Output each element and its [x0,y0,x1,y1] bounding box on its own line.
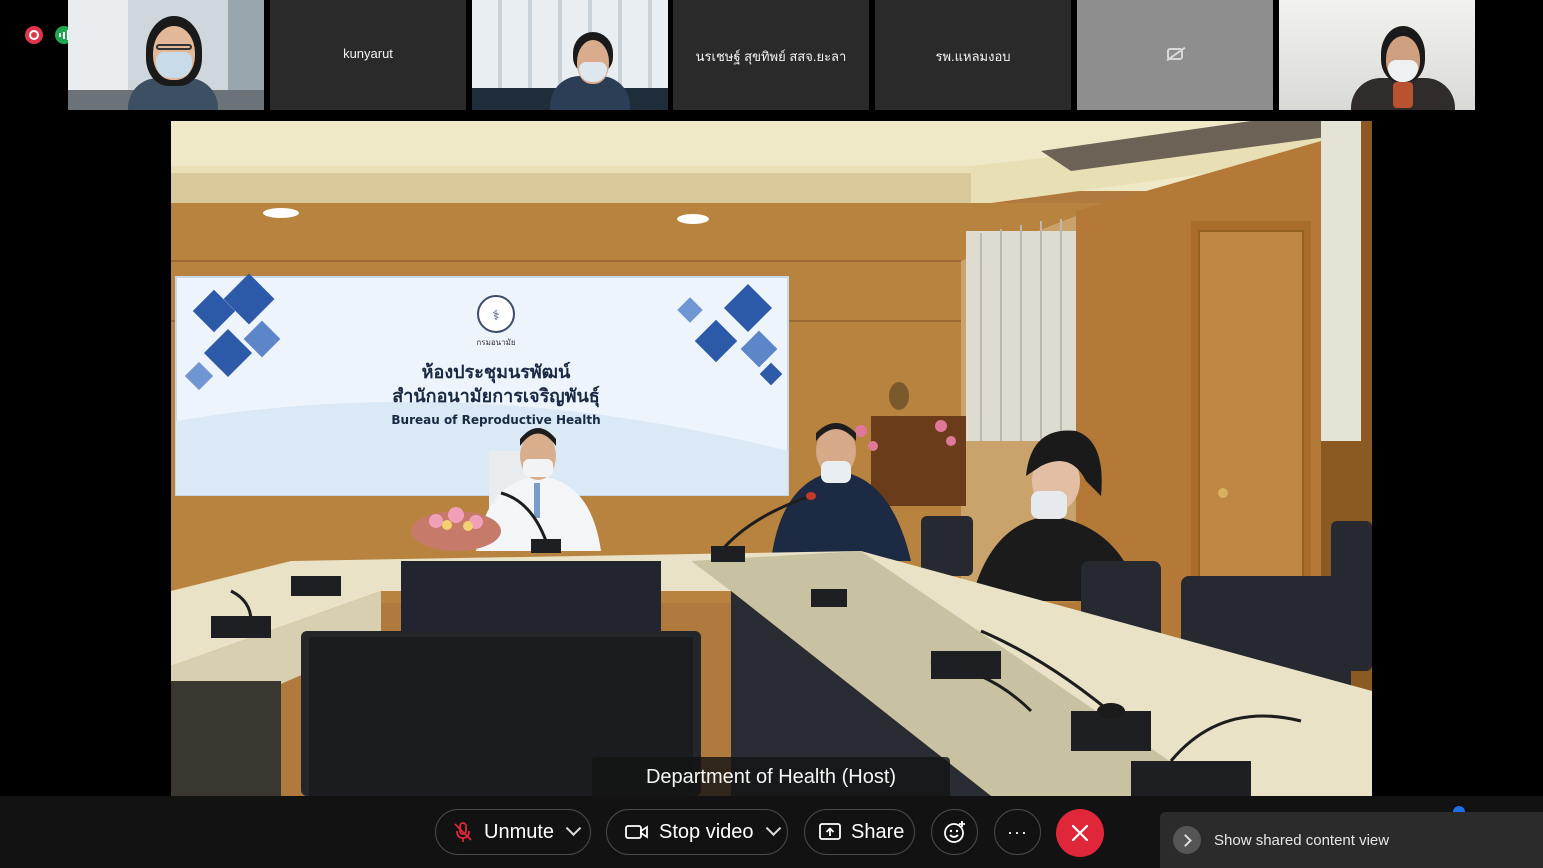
meeting-room-scene: ⚕ กรมอนามัย ห้องประชุมนรพัฒน์ สำนักอนามั… [171,121,1372,796]
participant-strip: kunyarut นรเชษฐ์ สุขทิพย์ สสจ.ยะลา รพ.แห… [0,0,1543,112]
participant-tile-6[interactable] [1077,0,1273,110]
banner-line-1: ห้องประชุมนรพัฒน์ [422,361,571,384]
share-screen-icon [819,823,841,841]
share-button[interactable]: Share [804,809,915,855]
close-icon [1071,824,1089,842]
leave-meeting-button[interactable] [1056,809,1104,857]
svg-text:⚕: ⚕ [492,308,500,324]
participant-tile-4[interactable]: นรเชษฐ์ สุขทิพย์ สสจ.ยะลา [673,0,869,110]
banner-logo-caption: กรมอนามัย [476,338,515,347]
more-options-button[interactable]: ··· [994,809,1041,855]
video-camera-icon [625,823,649,841]
chevron-down-icon[interactable] [765,819,781,836]
camera-off-icon [1167,48,1183,60]
participant-tile-3[interactable] [472,0,668,110]
chevron-right-icon[interactable] [1173,826,1201,854]
recording-icon[interactable] [25,26,43,44]
stop-video-button[interactable]: Stop video [606,809,788,855]
participant-tile-7[interactable] [1279,0,1475,110]
participant-tile-1[interactable] [68,0,264,110]
unmute-label: Unmute [484,820,555,843]
microphone-muted-icon [452,821,474,843]
more-options-icon: ··· [1007,821,1028,842]
unmute-button[interactable]: Unmute [435,809,591,855]
shared-content-label: Show shared content view [1214,831,1390,849]
banner-line-2: สำนักอนามัยการเจริญพันธุ์ [392,385,599,408]
share-label: Share [851,820,905,843]
reactions-icon [943,820,967,844]
participant-name: kunyarut [343,46,393,61]
shared-content-panel[interactable]: Show shared content view [1160,812,1543,868]
host-video[interactable]: ⚕ กรมอนามัย ห้องประชุมนรพัฒน์ สำนักอนามั… [171,121,1372,796]
host-name-label: Department of Health (Host) [592,757,950,797]
participant-name: นรเชษฐ์ สุขทิพย์ สสจ.ยะลา [695,49,847,64]
stop-video-label: Stop video [659,820,754,843]
chevron-down-icon[interactable] [565,819,582,836]
reactions-button[interactable] [931,809,978,855]
participant-tile-2[interactable]: kunyarut [270,0,466,110]
banner-line-3: Bureau of Reproductive Health [391,413,600,427]
participant-name: รพ.แหลมงอบ [935,49,1011,64]
participant-tile-5[interactable]: รพ.แหลมงอบ [875,0,1071,110]
